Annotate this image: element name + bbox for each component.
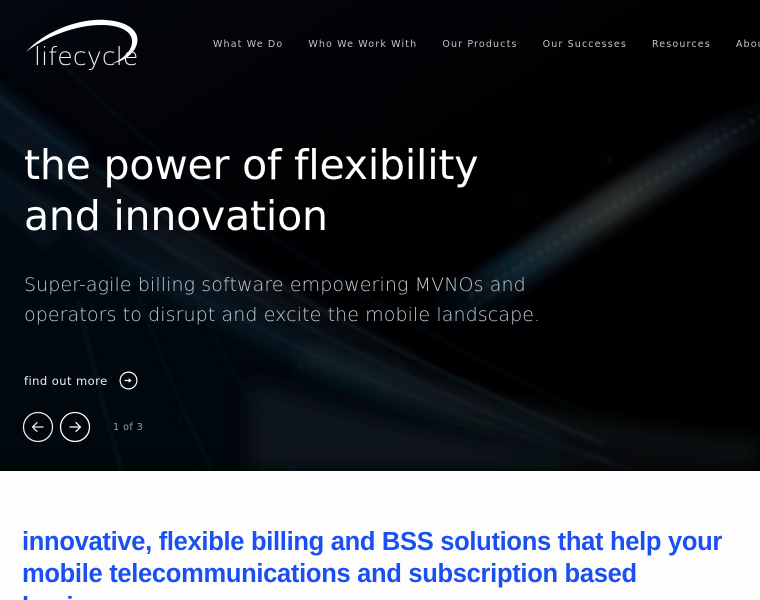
hero-subtitle-line-1: Super-agile billing software empowering … (24, 273, 526, 296)
intro-heading-line-2: telecommunications and subscription base… (22, 560, 637, 600)
nav-links: What We Do Who We Work With Our Products… (213, 39, 760, 50)
hero-title-line-1: the power of flexibility (24, 141, 479, 189)
carousel-counter: 1 of 3 (113, 421, 144, 433)
carousel-next-button[interactable] (59, 411, 91, 443)
nav-item-our-products[interactable]: Our Products (442, 39, 517, 50)
carousel-prev-button[interactable] (22, 411, 54, 443)
hero-carousel-controls: 1 of 3 (22, 411, 143, 443)
nav-item-who-we-work-with[interactable]: Who We Work With (308, 39, 417, 50)
hero-section: lifecycle What We Do Who We Work With Ou… (0, 0, 760, 471)
brand-name: lifecycle (34, 42, 139, 71)
find-out-more-label: find out more (24, 373, 108, 388)
find-out-more-button[interactable]: find out more (24, 371, 138, 390)
hero-title: the power of flexibility and innovation (24, 140, 540, 242)
main-navigation: lifecycle What We Do Who We Work With Ou… (0, 0, 760, 88)
nav-item-resources[interactable]: Resources (652, 39, 711, 50)
hero-title-line-2: and innovation (24, 191, 328, 240)
brand-logo[interactable]: lifecycle (24, 16, 148, 72)
hero-content: the power of flexibility and innovation … (24, 140, 540, 390)
arrow-right-circle-icon (119, 371, 138, 390)
intro-heading: innovative, flexible billing and BSS sol… (22, 526, 738, 600)
hero-subtitle: Super-agile billing software empowering … (24, 270, 540, 332)
intro-section: innovative, flexible billing and BSS sol… (0, 471, 760, 600)
nav-item-our-successes[interactable]: Our Successes (543, 39, 627, 50)
nav-item-about-lifecycle[interactable]: About Lifecycle (736, 39, 760, 50)
hero-subtitle-line-2: operators to disrupt and excite the mobi… (24, 304, 541, 327)
nav-item-what-we-do[interactable]: What We Do (213, 39, 283, 50)
